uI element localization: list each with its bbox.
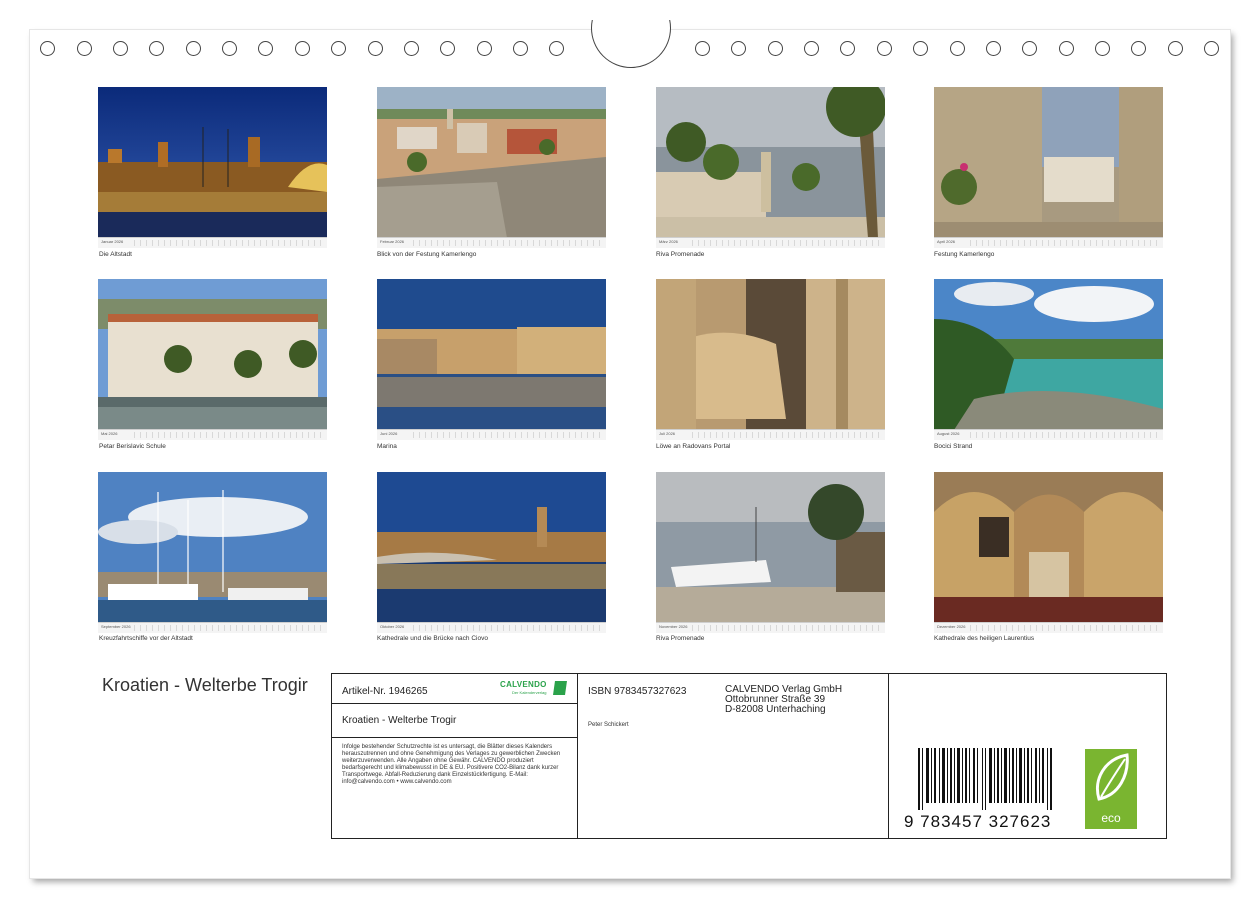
month-label: März 2026: [659, 239, 678, 244]
binding-ring: [440, 41, 455, 56]
month-strip: Juli 2026: [656, 429, 885, 440]
binding-ring: [113, 41, 128, 56]
binding-ring: [877, 41, 892, 56]
photo-thumb: Juni 2026: [377, 279, 606, 440]
binding-ring: [368, 41, 383, 56]
binding-ring: [1059, 41, 1074, 56]
photo-caption: Löwe an Radovans Portal: [656, 443, 731, 450]
binding-ring: [258, 41, 273, 56]
month-label: Dezember 2026: [937, 624, 966, 629]
photo-thumb: Januar 2026: [98, 87, 327, 248]
legal-text: Infolge bestehender Schutzrechte ist es …: [342, 744, 561, 785]
photo-caption: Petar Berislavic Schule: [99, 443, 166, 450]
barcode-number: 9 783457 327623: [904, 812, 1052, 831]
calendar-title: Kroatien - Welterbe Trogir: [102, 675, 308, 695]
month-strip: Januar 2026: [98, 237, 327, 248]
month-strip: Mai 2026: [98, 429, 327, 440]
month-strip: Juni 2026: [377, 429, 606, 440]
binding-ring: [295, 41, 310, 56]
binding-ring: [1022, 41, 1037, 56]
isbn: ISBN 9783457327623: [588, 686, 687, 697]
binding-ring: [1131, 41, 1146, 56]
month-strip: November 2026: [656, 622, 885, 633]
month-label: September 2026: [101, 624, 131, 629]
binding-ring: [1168, 41, 1183, 56]
photo-thumb: November 2026: [656, 472, 885, 633]
month-strip: September 2026: [98, 622, 327, 633]
photo-caption: Festung Kamerlengo: [934, 251, 995, 258]
binding-ring: [695, 41, 710, 56]
photo-caption: Kathedrale und die Brücke nach Ciovo: [377, 635, 488, 642]
eco-label: eco: [1101, 811, 1121, 825]
photo-caption: Riva Promenade: [656, 635, 705, 642]
calvendo-logo: CALVENDO Der Kalenderverlag: [500, 680, 568, 700]
month-label: Juli 2026: [659, 431, 676, 436]
binding-ring: [840, 41, 855, 56]
photo-thumb: August 2026: [934, 279, 1163, 440]
photo-thumb: Oktober 2026: [377, 472, 606, 633]
binding-ring: [950, 41, 965, 56]
photo-caption: Kreuzfahrtschiffe vor der Altstadt: [99, 635, 193, 642]
month-strip: Februar 2026: [377, 237, 606, 248]
photo-thumb: Dezember 2026: [934, 472, 1163, 633]
barcode: [918, 748, 1052, 810]
photo-caption: Die Altstadt: [99, 251, 132, 258]
photo-caption: Marina: [377, 443, 397, 450]
eco-logo: eco: [1085, 749, 1137, 829]
binding-ring: [986, 41, 1001, 56]
binding-ring: [40, 41, 55, 56]
month-label: Mai 2026: [101, 431, 118, 436]
month-strip: Dezember 2026: [934, 622, 1163, 633]
photo-thumb: März 2026: [656, 87, 885, 248]
article-number: Artikel-Nr. 1946265: [342, 686, 428, 697]
month-strip: August 2026: [934, 429, 1163, 440]
month-label: November 2026: [659, 624, 688, 629]
photo-thumb: Mai 2026: [98, 279, 327, 440]
month-label: April 2026: [937, 239, 956, 244]
binding-ring: [149, 41, 164, 56]
binding-ring: [513, 41, 528, 56]
binding-ring: [222, 41, 237, 56]
binding-ring: [768, 41, 783, 56]
month-strip: April 2026: [934, 237, 1163, 248]
leaf-icon: [1096, 753, 1129, 801]
photo-caption: Blick von der Festung Kamerlengo: [377, 251, 477, 258]
hanger-cutout: [591, 20, 671, 70]
photo-caption: Riva Promenade: [656, 251, 705, 258]
photo-thumb: Juli 2026: [656, 279, 885, 440]
photo-caption: Bocici Strand: [934, 443, 973, 450]
month-label: Oktober 2026: [380, 624, 405, 629]
binding-ring: [1095, 41, 1110, 56]
month-strip: März 2026: [656, 237, 885, 248]
binding-ring: [404, 41, 419, 56]
binding-ring: [1204, 41, 1219, 56]
binding-ring: [549, 41, 564, 56]
month-label: Januar 2026: [101, 239, 124, 244]
author: Peter Schickert: [588, 722, 629, 728]
month-label: Juni 2026: [380, 431, 398, 436]
photo-thumb: September 2026: [98, 472, 327, 633]
photo-caption: Kathedrale des heiligen Laurentius: [934, 635, 1035, 642]
binding-ring: [477, 41, 492, 56]
photo-thumb: Februar 2026: [377, 87, 606, 248]
month-label: August 2026: [937, 431, 960, 436]
product-title: Kroatien - Welterbe Trogir: [342, 715, 457, 726]
photo-thumb: April 2026: [934, 87, 1163, 248]
month-strip: Oktober 2026: [377, 622, 606, 633]
binding-ring: [186, 41, 201, 56]
month-label: Februar 2026: [380, 239, 405, 244]
binding-ring: [804, 41, 819, 56]
binding-ring: [731, 41, 746, 56]
publisher-address: CALVENDO Verlag GmbH Ottobrunner Straße …: [725, 684, 843, 715]
binding-ring: [77, 41, 92, 56]
binding-ring: [913, 41, 928, 56]
binding-ring: [331, 41, 346, 56]
